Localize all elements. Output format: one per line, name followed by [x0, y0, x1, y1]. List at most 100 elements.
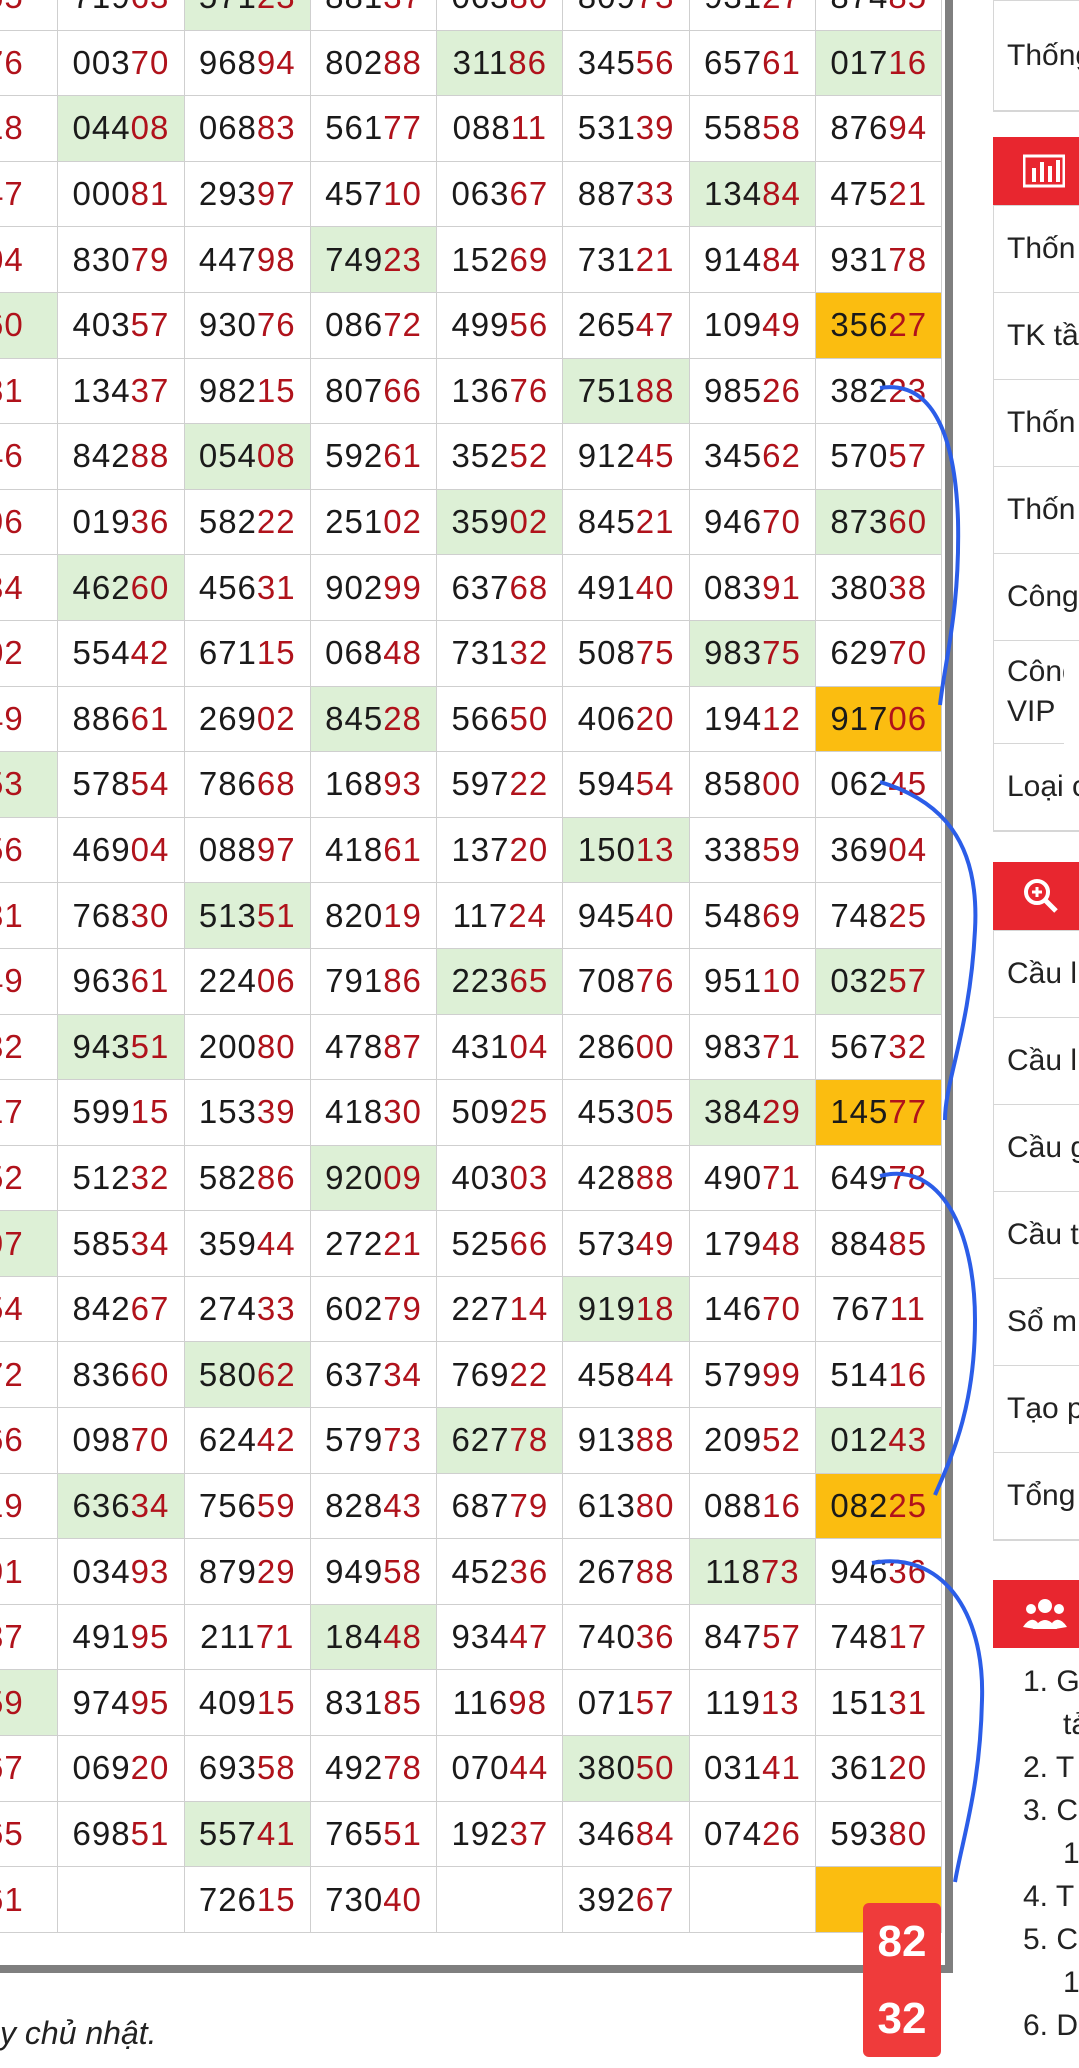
- sidebar-item[interactable]: Cầu l: [994, 1018, 1079, 1105]
- table-cell: 558 58: [689, 96, 817, 162]
- table-cell: 519: [0, 1473, 59, 1540]
- table-cell: 629 70: [816, 620, 943, 687]
- table-cell: 983 75: [689, 620, 817, 687]
- table-cell: 546: [0, 424, 59, 490]
- table-cell: 831 85: [310, 1670, 438, 1737]
- table-cell: 269 02: [184, 686, 311, 753]
- table-cell: 914 84: [689, 227, 817, 293]
- sidebar-list-item[interactable]: 2. T: [993, 1746, 1079, 1789]
- table-cell: 769 22: [437, 1342, 564, 1409]
- table-cell: 983 71: [689, 1014, 817, 1081]
- table-cell: 063 67: [437, 161, 564, 228]
- table-cell: 791 86: [310, 948, 438, 1015]
- sidebar-item[interactable]: Cầu t: [994, 1192, 1079, 1279]
- sidebar-item[interactable]: Thốn: [994, 206, 1079, 293]
- table-row: 561 7261573040 39267: [0, 1867, 943, 1933]
- table-cell: 845 21: [563, 489, 690, 556]
- sidebar-item[interactable]: TK tầ: [994, 293, 1079, 380]
- table-cell: 224 06: [184, 948, 311, 1015]
- table-cell: 223 65: [437, 948, 564, 1015]
- sidebar-item[interactable]: Cầu l: [994, 931, 1079, 1018]
- table-cell: 137 20: [437, 817, 564, 884]
- table-cell: 418 30: [310, 1080, 438, 1146]
- table-cell: 949 58: [310, 1539, 438, 1605]
- table-cell: 031: [0, 883, 59, 949]
- table-cell: 428 88: [563, 1145, 690, 1212]
- scroll-badge[interactable]: 82 32: [863, 1903, 941, 2057]
- table-row: 96609870624425797362778913882095201243: [0, 1408, 943, 1474]
- table-cell: 582 86: [184, 1145, 311, 1212]
- table-cell: 267 88: [563, 1539, 690, 1605]
- table-cell: 956: [0, 817, 59, 884]
- table-cell: 179 48: [689, 1211, 817, 1277]
- table-cell: 649 78: [816, 1145, 943, 1212]
- table-cell: 380 38: [816, 555, 943, 621]
- table-cell: 000 81: [58, 161, 185, 228]
- table-cell: 462 60: [58, 555, 185, 621]
- table-cell: 731 32: [437, 620, 564, 687]
- table-cell: 557 41: [184, 1801, 311, 1868]
- table-cell: 934 47: [437, 1604, 564, 1671]
- table-cell: 512 32: [58, 1145, 185, 1212]
- table-cell: 452: [0, 1145, 59, 1212]
- users-icon: [1023, 1599, 1067, 1629]
- table-cell: 490 71: [689, 1145, 817, 1212]
- table-cell: 886 61: [58, 686, 185, 753]
- sidebar-item[interactable]: Thốn: [994, 467, 1079, 554]
- table-cell: 508 75: [563, 620, 690, 687]
- table-cell: 756 59: [184, 1473, 311, 1540]
- sidebar-item[interactable]: Loại c: [994, 744, 1079, 831]
- table-cell: 359 44: [184, 1211, 311, 1277]
- sidebar-item[interactable]: Tạo p: [994, 1366, 1079, 1453]
- table-cell: 578 54: [58, 752, 185, 818]
- table-cell: 406 20: [563, 686, 690, 753]
- sidebar-item[interactable]: Thống: [994, 1, 1079, 111]
- table-cell: 211 71: [184, 1604, 311, 1671]
- footnote: y chủ nhật.: [0, 2015, 157, 2051]
- sidebar-item[interactable]: Cầu g: [994, 1105, 1079, 1192]
- sidebar-list-item: tả: [1063, 1708, 1079, 1741]
- table-cell: 602 79: [310, 1276, 438, 1343]
- table-cell: 431 04: [437, 1014, 564, 1081]
- sidebar-list-item[interactable]: 5. C: [993, 1918, 1079, 1961]
- sidebar-list-item[interactable]: 1. G: [993, 1660, 1079, 1703]
- sidebar-item[interactable]: Công VIP: [994, 641, 1064, 744]
- sidebar-item[interactable]: Tổng: [994, 1453, 1079, 1540]
- table-row: 45997495409158318511698071571191315131: [0, 1670, 943, 1737]
- table-cell: 786 68: [184, 752, 311, 818]
- table-cell: 931 78: [816, 227, 943, 293]
- table-cell: 274 33: [184, 1276, 311, 1343]
- table-cell: 842 67: [58, 1276, 185, 1343]
- table-cell: 453 05: [563, 1080, 690, 1146]
- table-cell: 152 69: [437, 227, 564, 293]
- table-cell: [58, 1867, 185, 1933]
- sidebar-item[interactable]: Sổ m: [994, 1279, 1079, 1366]
- table-cell: 765 51: [310, 1801, 438, 1868]
- table-cell: 380 50: [563, 1736, 690, 1802]
- table-row: 33294351200804788743104286009837156732: [0, 1014, 943, 1081]
- table-cell: 070 44: [437, 1736, 564, 1802]
- table-cell: 452 36: [437, 1539, 564, 1605]
- table-cell: 613 80: [563, 1473, 690, 1540]
- table-cell: 361 20: [816, 1736, 943, 1802]
- sidebar-list-item[interactable]: 3. C: [993, 1789, 1079, 1832]
- table-row: 69103493879299495845236267881187394636: [0, 1539, 943, 1605]
- sidebar-list-item[interactable]: 4. T: [993, 1875, 1079, 1918]
- sidebar-item[interactable]: Công: [994, 554, 1079, 641]
- table-cell: 687 79: [437, 1473, 564, 1540]
- table-cell: 019 36: [58, 489, 185, 556]
- table-cell: 943 51: [58, 1014, 185, 1081]
- table-cell: 032 57: [816, 948, 943, 1015]
- table-cell: 730 40: [310, 1867, 438, 1933]
- table-cell: 637 68: [437, 555, 564, 621]
- sidebar-header-stats: [993, 137, 1079, 205]
- table-row: 51759915153394183050925453053842914577: [0, 1080, 943, 1146]
- table-cell: 968 94: [184, 30, 311, 97]
- table-cell: 636 34: [58, 1473, 185, 1540]
- table-cell: 082 25: [816, 1473, 943, 1540]
- sidebar-list-item[interactable]: 6. D: [993, 2004, 1079, 2047]
- sidebar-item[interactable]: Thốn: [994, 380, 1079, 467]
- table-cell: 597 22: [437, 752, 564, 818]
- table-cell: 145 77: [816, 1080, 943, 1146]
- table-cell: 469 04: [58, 817, 185, 884]
